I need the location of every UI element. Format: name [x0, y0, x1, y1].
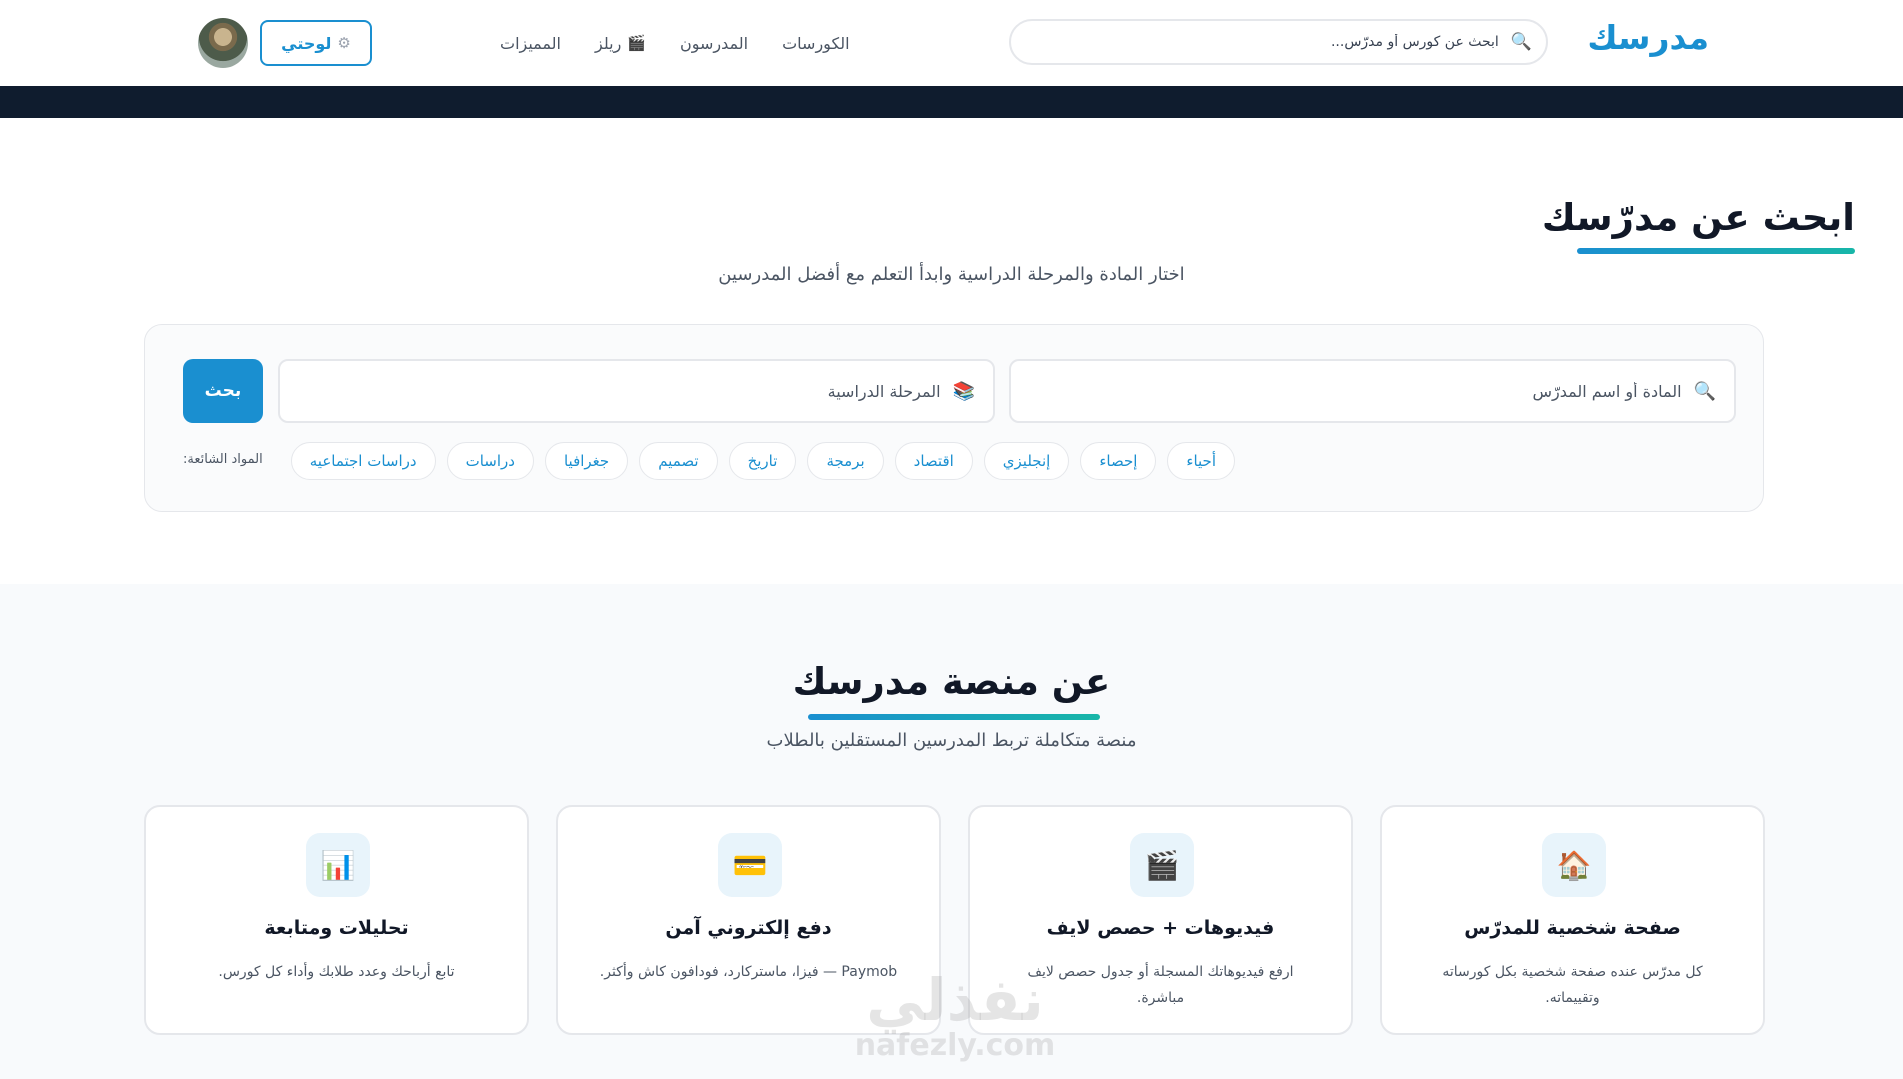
feature-card-analytics: 📊 تحليلات ومتابعة تابع أرباحك وعدد طلابك…	[144, 805, 529, 1035]
gear-icon: ⚙	[337, 34, 351, 52]
feature-title: دفع إلكتروني آمن	[665, 917, 832, 939]
teacher-search-panel: 🔍 📚 بحث أحياء إحصاء إنجليزي اقتصاد برمجة…	[144, 324, 1764, 512]
nav-reels-label: ريلز	[594, 33, 622, 53]
feature-desc: ارفع فيديوهاتك المسجلة أو جدول حصص لايف …	[1027, 964, 1294, 1006]
subject-tag-studies[interactable]: دراسات	[446, 442, 534, 480]
subject-tag-programming[interactable]: برمجة	[807, 442, 884, 480]
subject-tag-economics[interactable]: اقتصاد	[894, 442, 973, 480]
subject-input[interactable]	[1203, 380, 1684, 402]
bar-chart-icon: 📊	[306, 833, 370, 897]
hero-title-underline	[1577, 248, 1855, 254]
feature-card-secure-payment: 💳 دفع إلكتروني آمن Paymob — فيزا، ماسترك…	[556, 805, 941, 1035]
nav-teachers[interactable]: المدرسون	[680, 34, 748, 53]
books-icon: 📚	[952, 380, 975, 402]
search-button[interactable]: بحث	[183, 359, 263, 423]
about-subtitle: منصة متكاملة تربط المدرسين المستقلين بال…	[766, 730, 1137, 751]
avatar[interactable]	[198, 18, 248, 68]
feature-desc: تابع أرباحك وعدد طلابك وأداء كل كورس.	[218, 964, 455, 980]
search-icon: 🔍	[1510, 32, 1532, 52]
stage-select[interactable]	[462, 380, 943, 402]
subject-tag-statistics[interactable]: إحصاء	[1080, 442, 1157, 480]
hero-subtitle: اختار المادة والمرحلة الدراسية وابدأ الت…	[718, 264, 1185, 285]
subject-tag-design[interactable]: تصميم	[639, 442, 718, 480]
house-icon: 🏠	[1542, 833, 1606, 897]
credit-card-icon: 💳	[718, 833, 782, 897]
popular-subjects-label: المواد الشائعة:	[183, 452, 263, 467]
header-search-input[interactable]	[1060, 33, 1501, 51]
subject-tag-geography[interactable]: جغرافيا	[544, 442, 629, 480]
feature-desc: Paymob — فيزا، ماستركارد، فودافون كاش وأ…	[599, 964, 898, 980]
nav-courses[interactable]: الكورسات	[782, 34, 850, 53]
clapper-icon: 🎬	[627, 34, 646, 52]
main-nav: الكورسات المدرسون 🎬 ريلز المميزات	[500, 31, 850, 55]
site-logo[interactable]: مدرسك	[1587, 18, 1709, 57]
feature-card-videos-live: 🎬 فيديوهات + حصص لايف ارفع فيديوهاتك الم…	[968, 805, 1353, 1035]
hero-title: ابحث عن مدرّسك	[1541, 196, 1855, 239]
nav-reels[interactable]: 🎬 ريلز	[595, 34, 646, 53]
feature-title: صفحة شخصية للمدرّس	[1464, 917, 1681, 939]
about-section: عن منصة مدرسك منصة متكاملة تربط المدرسين…	[0, 584, 1903, 1079]
popular-subjects: أحياء إحصاء إنجليزي اقتصاد برمجة تاريخ ت…	[290, 442, 1235, 480]
top-header: مدرسك 🔍 الكورسات المدرسون 🎬 ريلز المميزا…	[0, 0, 1903, 86]
header-divider-band	[0, 86, 1903, 118]
dashboard-button[interactable]: ⚙ لوحتي	[260, 20, 372, 66]
subject-tag-biology[interactable]: أحياء	[1167, 442, 1235, 480]
nav-features[interactable]: المميزات	[500, 34, 561, 53]
feature-desc: كل مدرّس عنده صفحة شخصية بكل كورساته وتق…	[1442, 964, 1703, 1006]
stage-field[interactable]: 📚	[278, 359, 995, 423]
dashboard-button-label: لوحتي	[281, 33, 332, 53]
clapper-icon: 🎬	[1130, 833, 1194, 897]
feature-title: تحليلات ومتابعة	[264, 917, 409, 939]
about-title: عن منصة مدرسك	[792, 660, 1111, 703]
subject-field[interactable]: 🔍	[1009, 359, 1736, 423]
subject-tag-history[interactable]: تاريخ	[728, 442, 797, 480]
subject-tag-english[interactable]: إنجليزي	[983, 442, 1070, 480]
search-icon: 🔍	[1693, 380, 1716, 402]
header-search[interactable]: 🔍	[1009, 19, 1548, 65]
subject-tag-social-studies[interactable]: دراسات اجتماعيه	[290, 442, 436, 480]
feature-title: فيديوهات + حصص لايف	[1046, 917, 1275, 939]
about-title-underline	[808, 714, 1100, 720]
feature-card-teacher-page: 🏠 صفحة شخصية للمدرّس كل مدرّس عنده صفحة …	[1380, 805, 1765, 1035]
